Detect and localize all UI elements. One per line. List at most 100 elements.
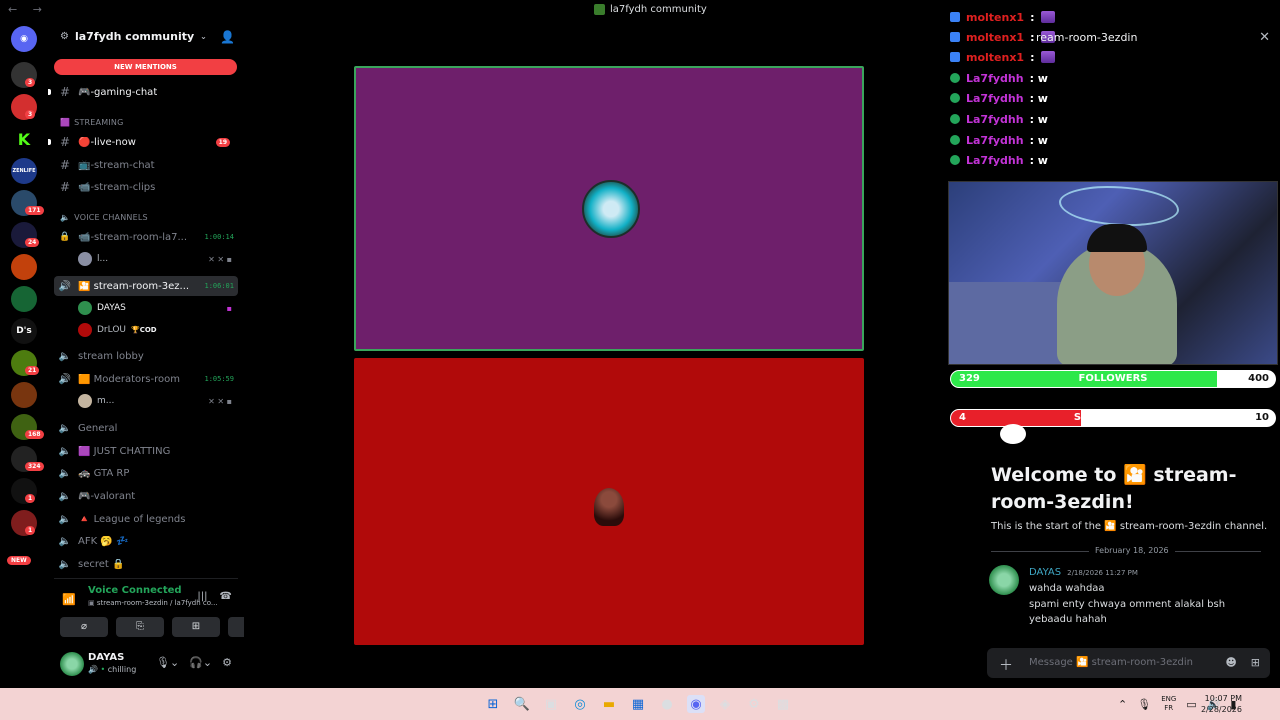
category-voice-channels[interactable]: 🔈 VOICE CHANNELS (60, 213, 148, 222)
server-badge: 171 (25, 206, 44, 215)
category-streaming[interactable]: 🟪 STREAMING (60, 118, 123, 127)
server-icon-zenlife[interactable]: ZENLIFE (11, 158, 37, 184)
server-icon-palestine[interactable] (11, 286, 37, 312)
voice-user[interactable]: l... ✕ ✕ ▪ (78, 249, 232, 269)
chat-line: La7fydhh: w (950, 151, 1048, 169)
voice-channel-gta-rp[interactable]: 🔈 🚓 GTA RP (54, 463, 238, 483)
chevron-up-icon[interactable]: ⌃ (1118, 698, 1127, 711)
user-name[interactable]: DAYAS (88, 652, 124, 663)
chat-username: La7fydhh (966, 133, 1024, 147)
followers-goal: 400 (1248, 373, 1269, 384)
file-explorer-icon[interactable]: ▬ (600, 695, 618, 713)
network-icon[interactable]: ▭ (1186, 698, 1196, 711)
disconnect-icon[interactable]: ☎ (220, 591, 232, 602)
participant-tile-dayas[interactable] (354, 66, 864, 351)
welcome-title: Welcome to 🎦 stream-room-3ezdin! (991, 464, 1237, 513)
voice-channel-afk[interactable]: 🔈 AFK 🥱 💤 (54, 531, 238, 551)
gear-icon[interactable]: ⚙ (222, 656, 232, 669)
voice-user[interactable]: DAYAS ▪ (78, 298, 232, 318)
online-dot-icon (950, 93, 960, 103)
close-icon[interactable]: ✕ (1259, 30, 1270, 45)
voice-channel-room1[interactable]: 🔒 📹-stream-room-la7... 1:00:14 (54, 227, 238, 247)
edge-icon[interactable]: ◎ (571, 695, 589, 713)
camera-off-button[interactable]: ⌀ (60, 617, 108, 637)
message-author[interactable]: DAYAS (1029, 567, 1061, 578)
store-icon[interactable]: ▦ (629, 695, 647, 713)
clock[interactable]: 10:07 PM 2/28/2026 (1201, 693, 1242, 715)
voice-user[interactable]: DrLOU 🏆COD (78, 320, 232, 340)
voice-channel-valorant[interactable]: 🔈 🎮-valorant (54, 486, 238, 506)
game-icon[interactable]: ▩ (774, 695, 792, 713)
taskbar-apps: ⊞ 🔍 ▣ ◎ ▬ ▦ ● ◉ ◈ ⚙ ▩ (484, 695, 792, 713)
voice-channel-league-of-legends[interactable]: 🔈 🔺 League of legends (54, 509, 238, 529)
message-timestamp: 2/18/2026 11:27 PM (1067, 569, 1138, 577)
new-servers-badge[interactable]: NEW (7, 556, 31, 565)
search-icon[interactable]: 🔍 (513, 695, 531, 713)
avatar (78, 301, 92, 315)
channel-label: 🔴-live-now (78, 136, 136, 148)
activities-button[interactable]: ⊞ (172, 617, 220, 637)
text-channel-icon: # (59, 85, 71, 99)
voice-channel-room2[interactable]: 🔊 🎦 stream-room-3ez... 1:06:01 (54, 276, 238, 296)
user-avatar[interactable] (60, 652, 84, 676)
voice-channel-secret[interactable]: 🔈 secret 🔒 (54, 554, 238, 574)
chevron-down-icon: ⌄ (200, 32, 207, 41)
voice-channel-moderators[interactable]: 🔊 🟧 Moderators-room 1:05:59 (54, 369, 238, 389)
voice-stage (244, 22, 944, 688)
message-composer[interactable]: ＋ Message 🎦 stream-room-3ezdin ☻ ⊞ (987, 648, 1270, 678)
server-icon-7[interactable] (11, 254, 37, 280)
date-divider-label: February 18, 2026 (1089, 546, 1175, 555)
voice-panel-actions: ||| ☎ (197, 591, 232, 602)
voice-user[interactable]: m... ✕ ✕ ▪ (78, 391, 232, 411)
server-icon-11[interactable] (11, 382, 37, 408)
chrome-icon[interactable]: ● (658, 695, 676, 713)
voice-channel-general[interactable]: 🔈 General (54, 418, 238, 438)
unread-indicator (48, 139, 51, 145)
server-header[interactable]: ⚙ la7fydh community ⌄ (60, 30, 207, 43)
new-mentions-button[interactable]: NEW MENTIONS (54, 59, 237, 75)
emoji-icon[interactable]: ☻ (1225, 656, 1236, 669)
noise-suppression-icon[interactable]: ||| (197, 591, 207, 602)
channel-stream-chat[interactable]: # 📺-stream-chat (54, 155, 238, 175)
server-icon-kick[interactable]: K (11, 126, 37, 152)
signal-icon[interactable]: 📶 (60, 591, 78, 609)
channel-sidebar: ⚙ la7fydh community ⌄ 👤 NEW MENTIONS # 🎮… (48, 22, 276, 688)
welcome-subtitle: This is the start of the 🎦 stream-room-3… (991, 521, 1268, 532)
language-indicator[interactable]: ENG FR (1161, 695, 1176, 713)
server-icon-ds[interactable]: D's (11, 318, 37, 344)
microphone-icon[interactable]: 🎙⌄ (156, 656, 179, 669)
voice-channel-stream-lobby[interactable]: 🔈 stream lobby (54, 346, 238, 366)
message-avatar[interactable] (989, 565, 1019, 595)
task-view-icon[interactable]: ▣ (542, 695, 560, 713)
microphone-icon[interactable]: 🎙 (1137, 698, 1151, 711)
participant-avatar (582, 180, 640, 238)
apps-icon[interactable]: ⊞ (1251, 656, 1260, 669)
back-forward-icons[interactable]: ← → (8, 3, 48, 16)
unread-indicator (48, 89, 51, 95)
channel-stream-clips[interactable]: # 📹-stream-clips (54, 177, 238, 197)
channel-gaming-chat[interactable]: # 🎮-gaming-chat (48, 82, 238, 102)
voice-channel-just-chatting[interactable]: 🔈 🟪 JUST CHATTING (54, 441, 238, 461)
channel-label: 🔺 League of legends (78, 513, 186, 525)
participant-tile-drlou[interactable] (354, 358, 864, 645)
chat-username: moltenx1 (966, 10, 1025, 24)
steam-icon[interactable]: ⚙ (745, 695, 763, 713)
headphones-icon[interactable]: 🎧⌄ (189, 656, 212, 669)
plus-icon[interactable]: ＋ (999, 655, 1013, 675)
composer-tools: ☻ ⊞ (1225, 656, 1260, 669)
screen-share-button[interactable]: ⎘ (116, 617, 164, 637)
chat-message: : w (1029, 153, 1048, 167)
server-badge: 3 (25, 110, 36, 119)
online-dot-icon (950, 135, 960, 145)
speaking-icon: 🔊 • (88, 665, 108, 674)
window-title: la7fydh community (594, 4, 707, 15)
voice-timer: 1:00:14 (204, 233, 234, 241)
server-name: la7fydh community (74, 30, 195, 43)
channel-live-now[interactable]: # 🔴-live-now 19 (48, 132, 238, 152)
app-icon[interactable]: ◈ (716, 695, 734, 713)
discord-home-icon[interactable]: ◉ (11, 26, 37, 52)
discord-icon[interactable]: ◉ (687, 695, 705, 713)
start-icon[interactable]: ⊞ (484, 695, 502, 713)
voice-status[interactable]: Voice Connected (88, 585, 182, 596)
invite-people-icon[interactable]: 👤 (220, 30, 235, 44)
